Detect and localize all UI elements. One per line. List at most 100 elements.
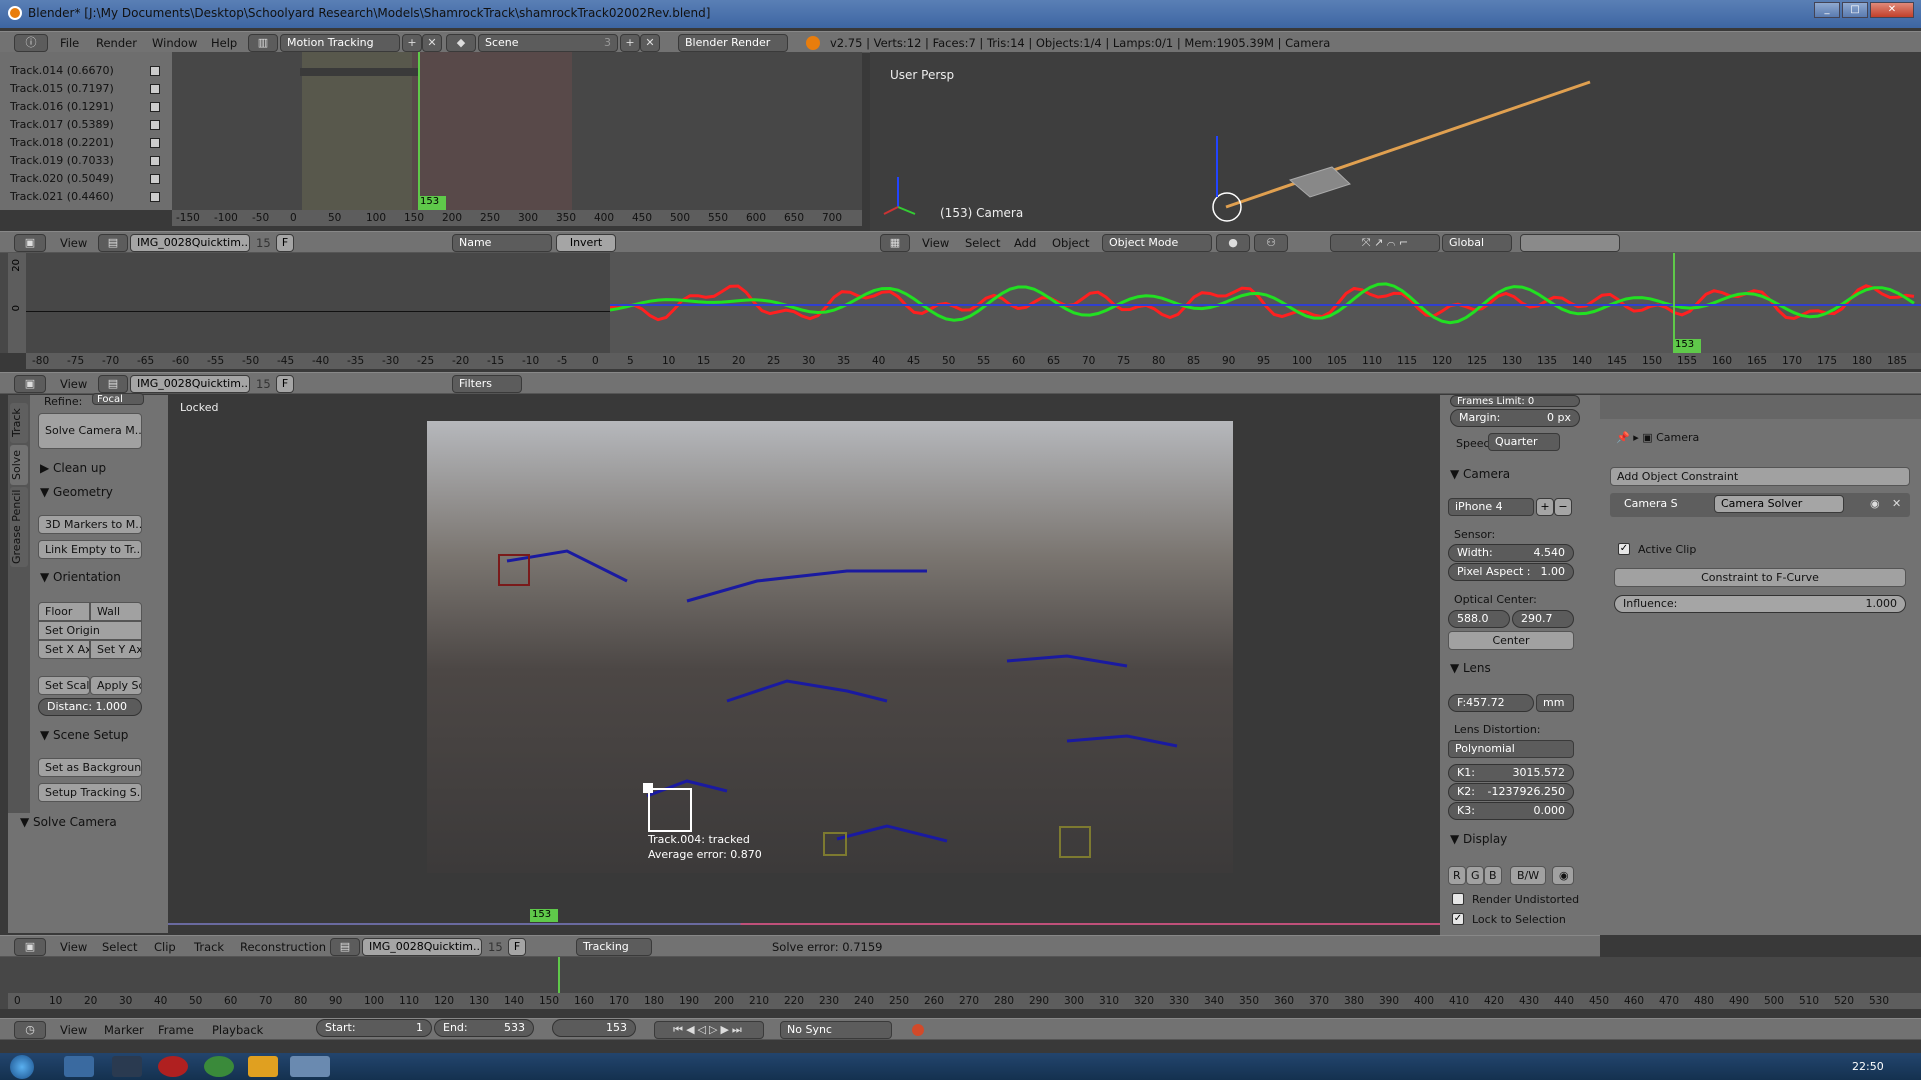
focal-unit-dropdown[interactable]: mm (1536, 694, 1574, 712)
chrome-icon[interactable] (204, 1056, 234, 1077)
geometry-section[interactable]: ▼ Geometry (40, 485, 113, 499)
solve-camera-section[interactable]: ▼ Solve Camera (20, 815, 117, 829)
set-as-background-button[interactable]: Set as Background (38, 758, 142, 777)
dopesheet-ruler[interactable]: -150 -100 -50 0 50 100 150 200 250 300 350 400 450 50… (172, 210, 862, 226)
camera-section[interactable]: ▼ Camera (1450, 467, 1510, 481)
clip-footage[interactable]: Track.004: tracked Average error: 0.870 (427, 421, 1233, 873)
k2-field[interactable]: K2: -1237926.250 (1448, 783, 1574, 801)
distortion-model-dropdown[interactable]: Polynomial (1448, 740, 1574, 758)
current-frame-indicator[interactable]: 153 (1673, 339, 1701, 353)
editor-type-clip-icon[interactable]: ▣ (14, 938, 46, 956)
current-frame-indicator[interactable]: 153 (530, 909, 558, 922)
pivot-icon[interactable]: ⚇ (1254, 234, 1288, 252)
menu-clip[interactable]: Clip (154, 940, 176, 954)
lock-icon[interactable] (150, 102, 160, 112)
tab-track[interactable]: Track (10, 403, 28, 443)
orientation-section[interactable]: ▼ Orientation (40, 570, 121, 584)
add-screen-icon[interactable]: + (402, 34, 422, 52)
solve-camera-button[interactable]: Solve Camera M... (38, 413, 142, 449)
set-y-axis-button[interactable]: Set Y Axi (90, 640, 142, 659)
add-constraint-dropdown[interactable]: Add Object Constraint (1610, 467, 1910, 486)
cleanup-section[interactable]: ▶ Clean up (40, 461, 106, 475)
menu-view[interactable]: View (60, 377, 87, 391)
screen-layout-icon[interactable]: ▥ (248, 34, 278, 52)
active-clip-checkbox[interactable]: ✓ (1618, 543, 1630, 555)
3d-markers-to-mesh-button[interactable]: 3D Markers to M... (38, 515, 142, 534)
floor-button[interactable]: Floor (38, 602, 90, 621)
track-row[interactable]: Track.018 (0.2201) (10, 136, 170, 153)
track-row[interactable]: Track.020 (0.5049) (10, 172, 170, 189)
shading-icon[interactable]: ● (1216, 234, 1250, 252)
menu-playback[interactable]: Playback (212, 1023, 263, 1037)
close-icon[interactable]: ✕ (1892, 497, 1901, 510)
optical-center-y-field[interactable]: 290.7 (1512, 610, 1574, 628)
editor-type-clip-icon[interactable]: ▣ (14, 375, 46, 393)
wall-button[interactable]: Wall (90, 602, 142, 621)
setup-tracking-scene-button[interactable]: Setup Tracking S... (38, 783, 142, 802)
track-row[interactable]: Track.019 (0.7033) (10, 154, 170, 171)
lock-icon[interactable] (150, 156, 160, 166)
menu-help[interactable]: Help (211, 36, 237, 50)
menu-view[interactable]: View (60, 236, 87, 250)
track-row[interactable]: Track.014 (0.6670) (10, 64, 170, 81)
center-button[interactable]: Center (1448, 631, 1574, 650)
timeline-ruler[interactable]: 0 10 20 30 40 50 60 70 80 90 100 110 120 130 140 150 160… (8, 993, 1921, 1009)
menu-window[interactable]: Window (152, 36, 197, 50)
lock-icon[interactable] (150, 84, 160, 94)
eye-icon[interactable]: ◉ (1870, 497, 1880, 510)
set-scale-button[interactable]: Set Scal (38, 676, 90, 695)
filters-button[interactable]: Filters (452, 375, 522, 393)
distance-field[interactable]: Distanc: 1.000 (38, 698, 142, 716)
clip-editor[interactable]: Locked Track.004: tracked Average error:… (168, 395, 1440, 925)
fake-user-button[interactable]: F (508, 938, 526, 956)
fake-user-button[interactable]: F (276, 234, 294, 252)
menu-view[interactable]: View (60, 940, 87, 954)
tracking-graph[interactable]: 20 0 153 (0, 253, 1921, 353)
k3-field[interactable]: K3: 0.000 (1448, 802, 1574, 820)
tab-grease-pencil[interactable]: Grease Pencil (10, 487, 28, 567)
clip-name-field[interactable]: IMG_0028Quicktim... (362, 938, 482, 956)
menu-marker[interactable]: Marker (104, 1023, 144, 1037)
link-empty-button[interactable]: Link Empty to Tr... (38, 540, 142, 559)
sort-dropdown[interactable]: Name (452, 234, 552, 252)
start-button[interactable] (10, 1055, 34, 1079)
red-channel-toggle[interactable]: R (1448, 866, 1466, 885)
focal-length-field[interactable]: F:457.72 (1448, 694, 1534, 712)
lens-section[interactable]: ▼ Lens (1450, 661, 1491, 675)
apply-scale-button[interactable]: Apply Sc (90, 676, 142, 695)
media-icon[interactable] (112, 1056, 142, 1077)
explorer-icon[interactable] (64, 1056, 94, 1077)
screen-layout-field[interactable]: Motion Tracking (280, 34, 400, 52)
minimize-button[interactable]: _ (1814, 2, 1840, 18)
editor-type-info-icon[interactable]: ⓘ (14, 34, 48, 52)
menu-reconstruction[interactable]: Reconstruction (240, 940, 326, 954)
opera-icon[interactable] (158, 1056, 188, 1077)
clip-browse-icon[interactable]: ▤ (98, 234, 128, 252)
menu-view[interactable]: View (922, 236, 949, 250)
editor-type-3d-icon[interactable]: ▦ (880, 234, 910, 252)
close-button[interactable]: ✕ (1870, 2, 1914, 18)
speed-dropdown[interactable]: Quarter (1488, 433, 1560, 451)
dopesheet-area[interactable]: 153 -150 -100 -50 0 50 100 150 200 250 300 350 400 4… (172, 52, 862, 226)
lock-icon[interactable] (150, 192, 160, 202)
clip-browse-icon[interactable]: ▤ (98, 375, 128, 393)
set-origin-button[interactable]: Set Origin (38, 621, 142, 640)
mode-dropdown[interactable]: Tracking (576, 938, 652, 956)
lock-icon[interactable] (150, 174, 160, 184)
track-row[interactable]: Track.016 (0.1291) (10, 100, 170, 117)
editor-type-timeline-icon[interactable]: ◷ (14, 1021, 46, 1039)
lock-icon[interactable] (150, 138, 160, 148)
track-row[interactable]: Track.015 (0.7197) (10, 82, 170, 99)
start-frame-field[interactable]: Start: 1 (316, 1019, 432, 1037)
3d-viewport[interactable]: User Persp (153) Camera (870, 52, 1921, 231)
layers-grid[interactable] (1520, 234, 1620, 252)
folder-icon[interactable] (248, 1056, 278, 1077)
render-undistorted-checkbox[interactable] (1452, 893, 1464, 905)
remove-screen-icon[interactable]: ✕ (422, 34, 442, 52)
lock-to-selection-checkbox[interactable]: ✓ (1452, 913, 1464, 925)
blue-channel-toggle[interactable]: B (1484, 866, 1502, 885)
clip-name-field[interactable]: IMG_0028Quicktim... (130, 375, 250, 393)
clip-name-field[interactable]: IMG_0028Quicktim... (130, 234, 250, 252)
manipulator-icons[interactable]: ⤧ ↗ ⌒ ⌐ (1330, 234, 1440, 252)
properties-tabs[interactable] (1600, 395, 1921, 419)
